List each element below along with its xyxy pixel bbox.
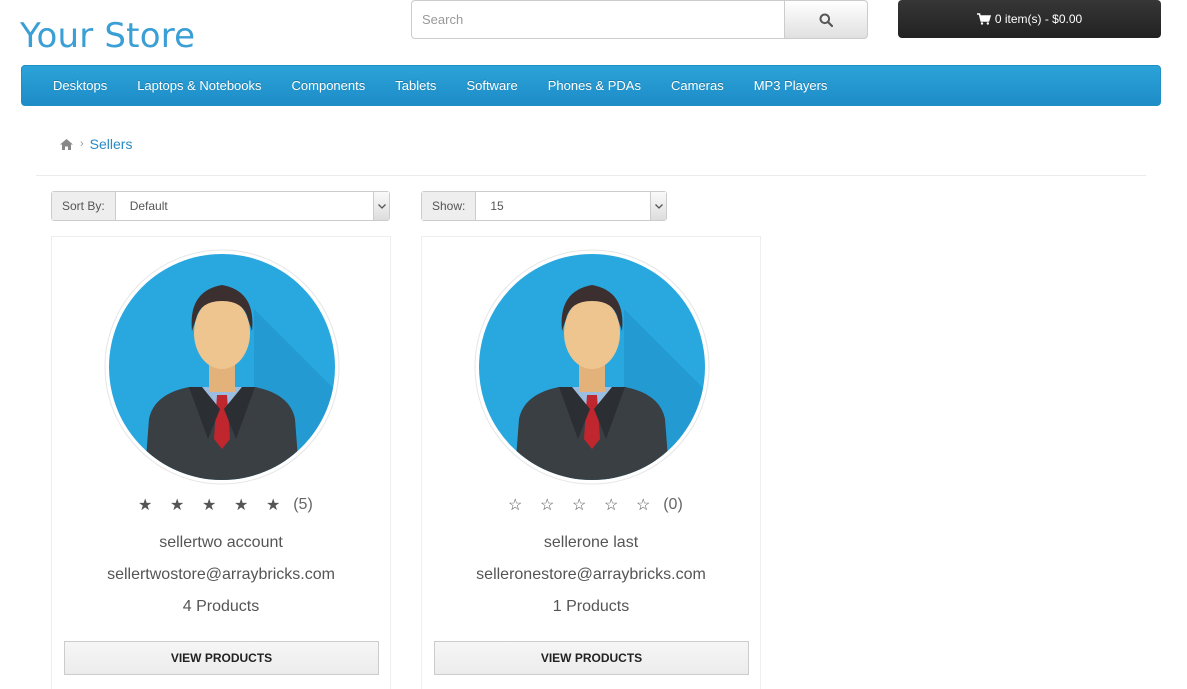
search-icon — [819, 13, 833, 27]
show-label: Show: — [422, 192, 477, 220]
star-filled-icon: ★ — [234, 497, 249, 514]
star-filled-icon: ★ — [138, 497, 153, 514]
view-products-button[interactable]: VIEW PRODUCTS — [434, 641, 749, 675]
store-logo[interactable]: Your Store — [20, 16, 195, 56]
star-empty-icon: ☆ — [604, 497, 619, 514]
menu-item-laptops-notebooks[interactable]: Laptops & Notebooks — [122, 78, 276, 93]
menu-item-mp3-players[interactable]: MP3 Players — [739, 78, 843, 93]
main-menu: Desktops Laptops & Notebooks Components … — [21, 65, 1161, 106]
sort-label: Sort By: — [52, 192, 116, 220]
divider — [36, 175, 1146, 176]
rating-stars: ☆ ☆ ☆ ☆ ☆ (0) — [422, 495, 760, 515]
seller-product-count: 1 Products — [552, 598, 630, 615]
seller-product-count: 4 Products — [182, 598, 260, 615]
breadcrumb-separator: › — [80, 138, 84, 150]
rating-count: (0) — [663, 496, 683, 513]
sort-select[interactable]: Default — [115, 192, 389, 220]
menu-item-desktops[interactable]: Desktops — [38, 78, 122, 93]
show-select[interactable]: 15 — [476, 192, 666, 220]
chevron-down-icon — [373, 192, 389, 220]
breadcrumb-sellers[interactable]: Sellers — [90, 136, 133, 152]
search-button[interactable] — [784, 0, 868, 39]
show-value: 15 — [490, 199, 504, 213]
star-filled-icon: ★ — [202, 497, 217, 514]
rating-count: (5) — [293, 496, 313, 513]
cart-total: 0 item(s) - $0.00 — [994, 12, 1083, 26]
sort-control: Sort By: Default — [51, 191, 390, 221]
home-icon[interactable] — [60, 138, 73, 150]
menu-item-components[interactable]: Components — [277, 78, 381, 93]
search-input[interactable] — [411, 0, 784, 39]
shopping-cart-icon — [976, 13, 991, 25]
star-filled-icon: ★ — [170, 497, 185, 514]
rating-stars: ★ ★ ★ ★ ★ (5) — [52, 495, 390, 515]
star-empty-icon: ☆ — [572, 497, 587, 514]
seller-name: sellerone last — [543, 534, 639, 551]
seller-email: sellertwostore@arraybricks.com — [107, 566, 335, 583]
star-filled-icon: ★ — [266, 497, 281, 514]
breadcrumb: › Sellers — [60, 136, 132, 152]
seller-card: ★ ★ ★ ★ ★ (5) sellertwo account sellertw… — [51, 236, 391, 689]
menu-item-software[interactable]: Software — [451, 78, 532, 93]
star-empty-icon: ☆ — [636, 497, 651, 514]
seller-email: selleronestore@arraybricks.com — [476, 566, 706, 583]
seller-avatar-icon[interactable] — [474, 249, 710, 485]
seller-name: sellertwo account — [159, 534, 283, 551]
cart-button[interactable]: 0 item(s) - $0.00 — [898, 0, 1161, 38]
star-empty-icon: ☆ — [508, 497, 523, 514]
show-control: Show: 15 — [421, 191, 667, 221]
chevron-down-icon — [650, 192, 666, 220]
seller-card: ☆ ☆ ☆ ☆ ☆ (0) sellerone last selleronest… — [421, 236, 761, 689]
search-bar — [411, 0, 868, 39]
star-empty-icon: ☆ — [540, 497, 555, 514]
view-products-button[interactable]: VIEW PRODUCTS — [64, 641, 379, 675]
menu-item-phones-pdas[interactable]: Phones & PDAs — [533, 78, 656, 93]
sort-value: Default — [129, 199, 168, 213]
seller-avatar-icon[interactable] — [104, 249, 340, 485]
menu-item-tablets[interactable]: Tablets — [380, 78, 451, 93]
menu-item-cameras[interactable]: Cameras — [656, 78, 739, 93]
